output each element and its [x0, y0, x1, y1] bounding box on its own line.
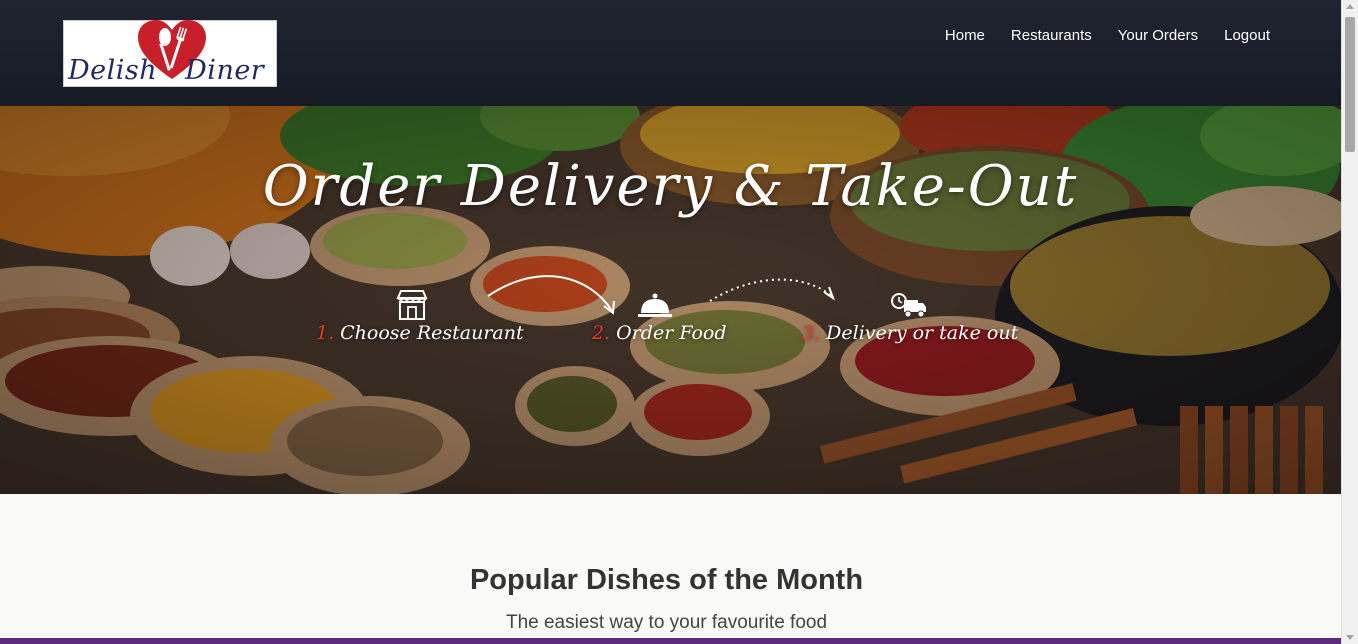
main-nav: Home Restaurants Your Orders Logout — [945, 26, 1270, 46]
step-number: 2. — [592, 322, 611, 344]
hero-title: Order Delivery & Take-Out — [262, 154, 1079, 219]
section-title: Popular Dishes of the Month — [469, 564, 864, 596]
logo-text-left: Delish — [68, 55, 158, 86]
hero-banner: Order Delivery & Take-Out 1. Choose Resta… — [0, 106, 1341, 494]
site-logo[interactable]: Delish Diner — [63, 20, 277, 87]
step-order-food: 2. Order Food — [592, 322, 727, 344]
step-label: Delivery or take out — [826, 322, 1019, 344]
step-choose-restaurant: 1. Choose Restaurant — [316, 322, 524, 344]
section-subtitle: The easiest way to your favourite food — [505, 612, 828, 633]
storefront-icon — [396, 290, 428, 320]
scroll-down-arrow-icon[interactable] — [1346, 635, 1354, 640]
nav-restaurants[interactable]: Restaurants — [1011, 26, 1092, 46]
step-delivery-or-takeout: 3. Delivery or take out — [802, 322, 1018, 344]
logo-text: Delish Diner — [68, 55, 274, 86]
cloche-icon — [638, 293, 672, 317]
scroll-up-arrow-icon[interactable] — [1346, 4, 1354, 9]
step-number: 1. — [316, 322, 335, 344]
delivery-truck-icon — [891, 293, 926, 318]
step-label: Choose Restaurant — [340, 322, 524, 344]
nav-logout[interactable]: Logout — [1224, 26, 1270, 46]
step-label: Order Food — [616, 322, 727, 344]
nav-home[interactable]: Home — [945, 26, 985, 46]
page-scrollbar[interactable] — [1341, 0, 1358, 644]
logo-text-right: Diner — [185, 55, 265, 86]
nav-your-orders[interactable]: Your Orders — [1118, 26, 1198, 46]
navbar: Delish Diner Home Restaurants Your Orders… — [0, 0, 1341, 106]
bottom-accent-strip — [0, 638, 1341, 644]
scroll-thumb[interactable] — [1345, 17, 1355, 152]
step-number: 3. — [802, 322, 821, 344]
